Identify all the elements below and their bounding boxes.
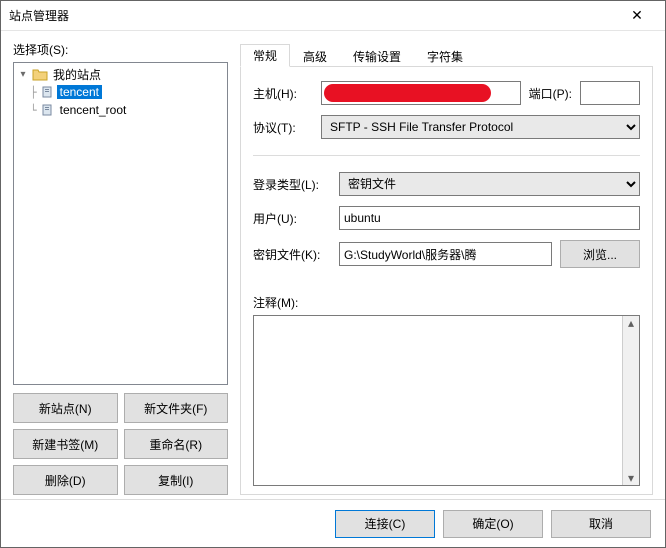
port-input[interactable]	[580, 81, 640, 105]
site-tree[interactable]: ▾ 我的站点 ├ tencent └	[13, 62, 228, 385]
new-site-button[interactable]: 新站点(N)	[13, 393, 118, 423]
collapse-icon[interactable]: ▾	[16, 69, 30, 80]
window-title: 站点管理器	[9, 7, 617, 24]
tab-general[interactable]: 常规	[240, 44, 290, 67]
tree-item-tencent[interactable]: ├ tencent	[14, 83, 227, 101]
tree-item-label: tencent	[57, 85, 102, 99]
tab-transfer[interactable]: 传输设置	[340, 44, 414, 67]
tree-root[interactable]: ▾ 我的站点	[14, 65, 227, 83]
cancel-button[interactable]: 取消	[551, 510, 651, 538]
connect-button[interactable]: 连接(C)	[335, 510, 435, 538]
redaction-mark	[324, 84, 491, 102]
tab-bar: 常规 高级 传输设置 字符集	[240, 43, 653, 67]
tree-item-tencent-root[interactable]: └ tencent_root	[14, 101, 227, 119]
scrollbar[interactable]: ▴ ▾	[622, 316, 639, 485]
user-input[interactable]	[339, 206, 640, 230]
logon-type-select[interactable]: 密钥文件	[339, 172, 640, 196]
logon-type-label: 登录类型(L):	[253, 176, 331, 193]
protocol-select[interactable]: SFTP - SSH File Transfer Protocol	[321, 115, 640, 139]
scroll-down-icon[interactable]: ▾	[623, 471, 639, 485]
host-label: 主机(H):	[253, 85, 313, 102]
protocol-label: 协议(T):	[253, 119, 313, 136]
copy-button[interactable]: 复制(I)	[124, 465, 229, 495]
titlebar: 站点管理器 ✕	[1, 1, 665, 31]
tab-panel-general: 主机(H): 端口(P): 协议(T): SFTP - SSH File Tra…	[240, 67, 653, 495]
dialog-footer: 连接(C) 确定(O) 取消	[1, 499, 665, 547]
keyfile-label: 密钥文件(K):	[253, 246, 331, 263]
tab-charset[interactable]: 字符集	[414, 44, 476, 67]
ok-button[interactable]: 确定(O)	[443, 510, 543, 538]
tree-item-label: tencent_root	[57, 103, 130, 117]
folder-icon	[32, 66, 48, 82]
close-icon[interactable]: ✕	[617, 7, 657, 24]
server-icon	[39, 102, 55, 118]
notes-textarea[interactable]	[254, 316, 622, 485]
rename-button[interactable]: 重命名(R)	[124, 429, 229, 459]
scroll-up-icon[interactable]: ▴	[623, 316, 639, 330]
notes-label: 注释(M):	[253, 294, 640, 311]
keyfile-input[interactable]	[339, 242, 552, 266]
tree-root-label: 我的站点	[50, 66, 104, 83]
site-manager-window: 站点管理器 ✕ 选择项(S): ▾ 我的站点 ├	[0, 0, 666, 548]
server-icon	[39, 84, 55, 100]
browse-button[interactable]: 浏览...	[560, 240, 640, 268]
tab-advanced[interactable]: 高级	[290, 44, 340, 67]
new-bookmark-button[interactable]: 新建书签(M)	[13, 429, 118, 459]
port-label: 端口(P):	[529, 85, 572, 102]
delete-button[interactable]: 删除(D)	[13, 465, 118, 495]
separator	[253, 155, 640, 156]
new-folder-button[interactable]: 新文件夹(F)	[124, 393, 229, 423]
user-label: 用户(U):	[253, 210, 331, 227]
select-entry-label: 选择项(S):	[13, 41, 228, 58]
